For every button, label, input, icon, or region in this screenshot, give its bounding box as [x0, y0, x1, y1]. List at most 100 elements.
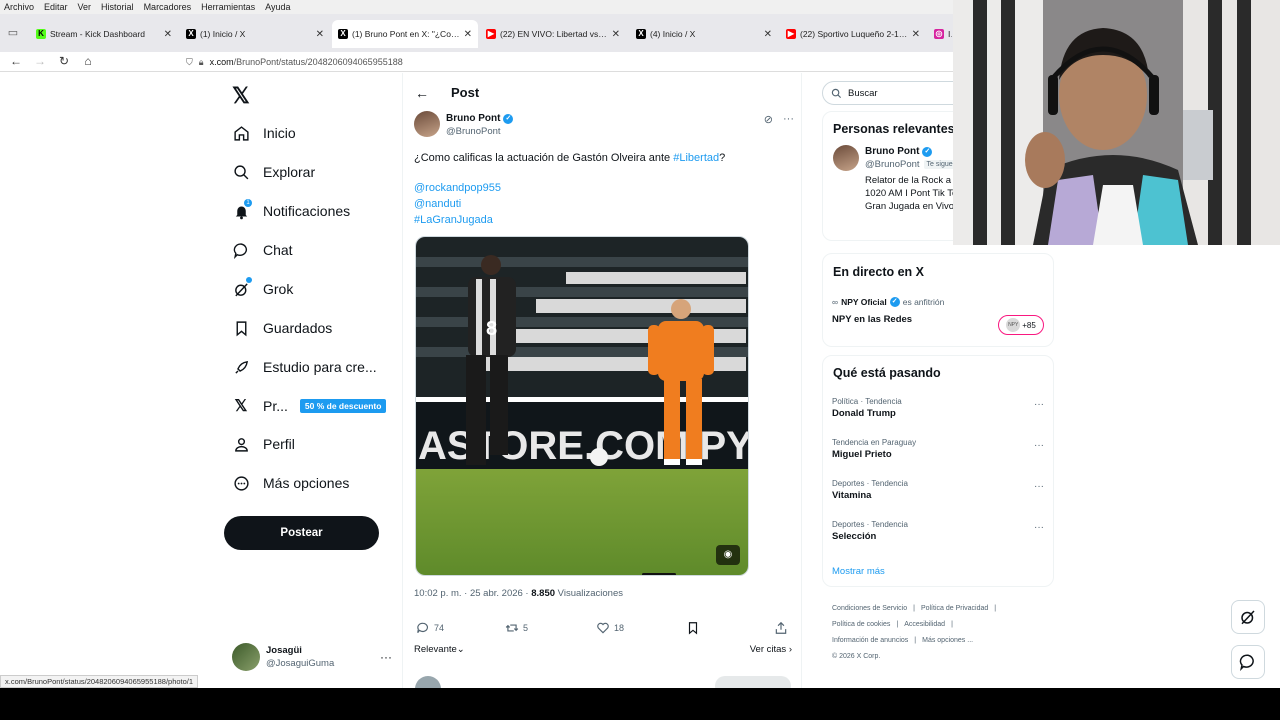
- footer-link[interactable]: Política de cookies: [832, 621, 890, 628]
- menu-herramientas[interactable]: Herramientas: [201, 2, 255, 12]
- share-button[interactable]: [774, 621, 788, 635]
- trend-item[interactable]: Deportes · Tendencia Vitamina ···: [832, 479, 1044, 501]
- image-edit-icon[interactable]: ◉: [716, 545, 740, 565]
- trend-more-icon[interactable]: ···: [1034, 399, 1044, 410]
- footer-link[interactable]: Información de anuncios: [832, 637, 908, 644]
- nav-item-perfil[interactable]: Perfil: [232, 432, 295, 456]
- author-name-link[interactable]: Bruno Pont ✓: [446, 113, 514, 124]
- footer-link[interactable]: Más opciones ...: [922, 637, 973, 644]
- messages-float-button[interactable]: [1231, 645, 1265, 679]
- trend-more-icon[interactable]: ···: [1034, 481, 1044, 492]
- relevant-person-name[interactable]: Bruno Pont ✓: [865, 146, 933, 157]
- account-switcher[interactable]: Josagüi @JosaguiGuma ···: [232, 641, 392, 673]
- grok-explain-icon[interactable]: ⊘: [764, 113, 773, 126]
- reply-button[interactable]: 74: [416, 621, 444, 635]
- nav-item-inicio[interactable]: Inicio: [232, 121, 296, 145]
- close-tab-icon[interactable]: ✕: [316, 29, 324, 40]
- author-handle[interactable]: @BrunoPont: [446, 126, 501, 137]
- hashtag-link[interactable]: #Libertad: [673, 152, 719, 164]
- tab-bruno-pont-post[interactable]: X (1) Bruno Pont en X: "¿Como ca ✕: [332, 20, 478, 48]
- search-input[interactable]: Buscar: [848, 88, 878, 99]
- grok-icon: [232, 277, 252, 298]
- sort-dropdown[interactable]: Relevante⌄: [414, 644, 465, 655]
- close-tab-icon[interactable]: ✕: [612, 29, 620, 40]
- reply-submit-button[interactable]: [715, 676, 791, 688]
- lock-icon[interactable]: 🔒︎: [199, 57, 204, 68]
- live-event-title[interactable]: NPY en las Redes: [832, 314, 912, 325]
- account-more-icon[interactable]: ···: [380, 650, 392, 664]
- repost-button[interactable]: 5: [505, 621, 528, 635]
- menu-archivo[interactable]: Archivo: [4, 2, 34, 12]
- relevant-handle[interactable]: @BrunoPont: [865, 159, 920, 170]
- footer-link[interactable]: Accesibilidad: [904, 621, 945, 628]
- footer-link[interactable]: Condiciones de Servicio: [832, 605, 907, 612]
- live-listeners-pill[interactable]: NPY +85: [998, 315, 1044, 335]
- hashtag-link[interactable]: #LaGranJugada: [414, 212, 501, 228]
- tab-youtube-libertad[interactable]: ▶ (22) EN VIVO: Libertad vs. Olim ✕: [480, 20, 626, 48]
- person-icon: [232, 435, 250, 453]
- mention-link[interactable]: @rockandpop955: [414, 180, 501, 196]
- grok-float-button[interactable]: [1231, 600, 1265, 634]
- close-tab-icon[interactable]: ✕: [912, 29, 920, 40]
- tab-youtube-sportivo[interactable]: ▶ (22) Sportivo Luqueño 2-1 Spor ✕: [780, 20, 926, 48]
- back-icon[interactable]: ←: [8, 54, 24, 68]
- post-tools: ⊘ ···: [764, 113, 794, 126]
- nav-item-notificaciones[interactable]: 1 Notificaciones: [232, 199, 350, 223]
- trend-item[interactable]: Tendencia en Paraguay Miguel Prieto ···: [832, 438, 1044, 460]
- relevant-name[interactable]: Bruno Pont: [865, 146, 919, 157]
- post-actions: 74 5 18: [414, 621, 792, 639]
- reply-icon: [417, 622, 428, 634]
- show-more-link[interactable]: Mostrar más: [832, 566, 885, 577]
- menu-marcadores[interactable]: Marcadores: [144, 2, 192, 12]
- chat-icon: [232, 241, 250, 259]
- post-time[interactable]: 10:02 p. m. · 25 abr. 2026 ·: [414, 588, 531, 599]
- footer-separator: |: [913, 605, 915, 612]
- trend-more-icon[interactable]: ···: [1034, 440, 1044, 451]
- footer-link[interactable]: Política de Privacidad: [921, 605, 988, 612]
- trend-more-icon[interactable]: ···: [1034, 522, 1044, 533]
- tab-overview-icon[interactable]: ▭: [6, 26, 20, 40]
- chevron-down-icon: ⌄: [456, 644, 465, 655]
- bookmark-button[interactable]: [686, 621, 700, 635]
- view-quotes-link[interactable]: Ver citas ›: [750, 644, 792, 655]
- live-host-name[interactable]: NPY Oficial: [841, 297, 887, 307]
- post-button[interactable]: Postear: [224, 516, 379, 550]
- author-name[interactable]: Bruno Pont: [446, 113, 500, 124]
- tab-x-home-4[interactable]: X (4) Inicio / X ✕: [630, 20, 778, 48]
- forward-icon[interactable]: →: [32, 54, 48, 68]
- menu-historial[interactable]: Historial: [101, 2, 134, 12]
- close-tab-icon[interactable]: ✕: [764, 29, 772, 40]
- quotes-label: Ver citas: [749, 644, 787, 655]
- nav-item-estudio[interactable]: Estudio para cre...: [232, 355, 377, 379]
- nav-item-explorar[interactable]: Explorar: [232, 160, 315, 184]
- url-host: x.com: [209, 57, 234, 67]
- url-bar[interactable]: ⛉ 🔒︎ x.com/BrunoPont/status/204820609406…: [180, 53, 960, 71]
- x-logo-icon[interactable]: 𝕏: [232, 83, 250, 109]
- nav-item-guardados[interactable]: Guardados: [232, 316, 332, 340]
- like-button[interactable]: 18: [596, 621, 624, 635]
- post-more-icon[interactable]: ···: [783, 113, 794, 126]
- nav-item-premium[interactable]: 𝕏 Pr... 50 % de descuento: [232, 394, 387, 418]
- trend-item[interactable]: Deportes · Tendencia Selección ···: [832, 520, 1044, 542]
- nav-item-mas-opciones[interactable]: Más opciones: [232, 471, 349, 495]
- menu-ayuda[interactable]: Ayuda: [265, 2, 290, 12]
- like-count: 18: [614, 623, 625, 633]
- trend-item[interactable]: Política · Tendencia Donald Trump ···: [832, 397, 1044, 419]
- close-tab-icon[interactable]: ✕: [464, 29, 472, 40]
- home-icon[interactable]: ⌂: [80, 54, 96, 68]
- back-arrow-icon[interactable]: ←: [415, 85, 429, 101]
- tab-x-home-1[interactable]: X (1) Inicio / X ✕: [180, 20, 330, 48]
- menu-ver[interactable]: Ver: [78, 2, 92, 12]
- post-photo[interactable]: ASTORE.COM.PY 8 ◉: [415, 236, 749, 576]
- tab-title: (4) Inicio / X: [650, 29, 696, 39]
- nav-item-chat[interactable]: Chat: [232, 238, 293, 262]
- avatar[interactable]: [414, 111, 440, 137]
- shield-icon[interactable]: ⛉: [186, 57, 193, 68]
- close-tab-icon[interactable]: ✕: [164, 29, 172, 40]
- menu-editar[interactable]: Editar: [44, 2, 68, 12]
- tab-kick[interactable]: K Stream - Kick Dashboard ✕: [30, 20, 178, 48]
- reload-icon[interactable]: ↻: [56, 54, 72, 68]
- nav-item-grok[interactable]: Grok: [232, 277, 293, 301]
- avatar[interactable]: [833, 145, 859, 171]
- mention-link[interactable]: @nanduti: [414, 196, 501, 212]
